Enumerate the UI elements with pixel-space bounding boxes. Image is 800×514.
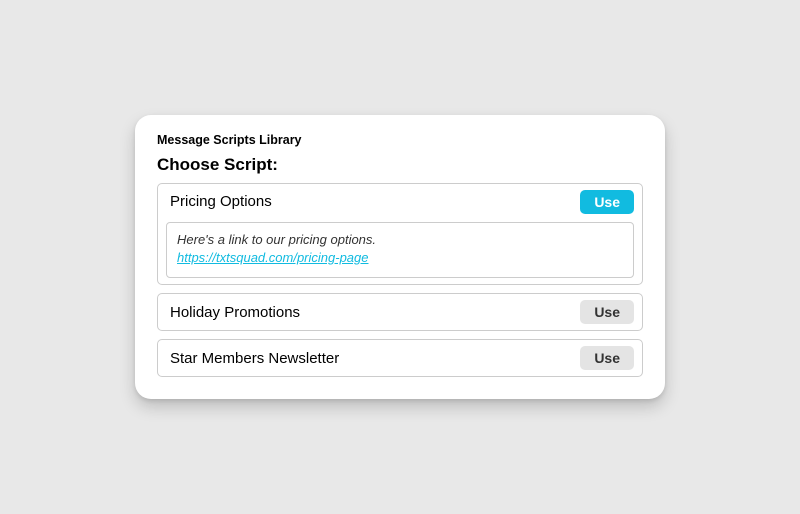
card-title: Message Scripts Library — [157, 133, 643, 147]
script-name: Star Members Newsletter — [166, 350, 339, 367]
preview-link[interactable]: https://txtsquad.com/pricing-page — [177, 249, 623, 267]
script-header: Star Members Newsletter Use — [166, 346, 634, 370]
script-item-newsletter[interactable]: Star Members Newsletter Use — [157, 339, 643, 377]
script-header: Holiday Promotions Use — [166, 300, 634, 324]
script-preview: Here's a link to our pricing options. ht… — [166, 222, 634, 278]
script-name: Holiday Promotions — [166, 304, 300, 321]
script-item-pricing[interactable]: Pricing Options Use Here's a link to our… — [157, 183, 643, 285]
script-item-holiday[interactable]: Holiday Promotions Use — [157, 293, 643, 331]
preview-text: Here's a link to our pricing options. — [177, 231, 623, 249]
use-button[interactable]: Use — [580, 190, 634, 214]
script-header: Pricing Options Use — [166, 190, 634, 214]
section-heading: Choose Script: — [157, 155, 643, 175]
use-button[interactable]: Use — [580, 346, 634, 370]
scripts-card: Message Scripts Library Choose Script: P… — [135, 115, 665, 399]
use-button[interactable]: Use — [580, 300, 634, 324]
script-name: Pricing Options — [166, 193, 272, 210]
